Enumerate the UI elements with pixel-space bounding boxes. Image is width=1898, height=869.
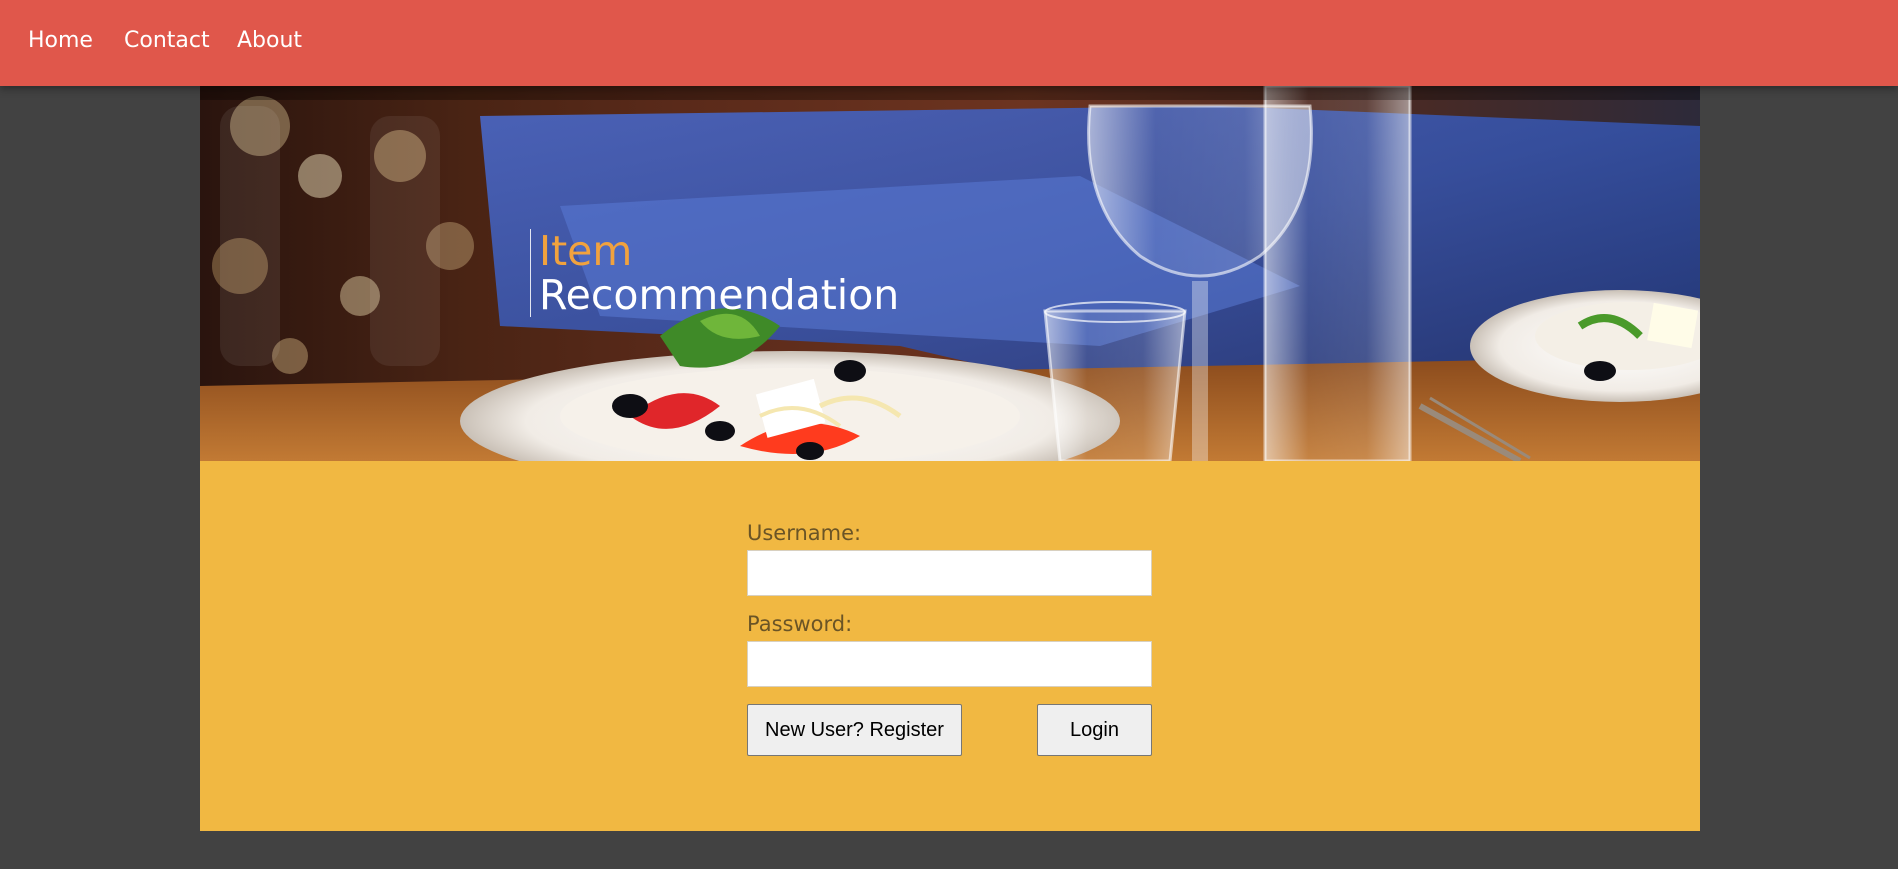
site-title-accent: Item <box>539 227 633 275</box>
main-container: Item Recommendation Username: Password: … <box>200 86 1700 831</box>
hero-banner: Item Recommendation <box>200 86 1700 461</box>
site-title: Item Recommendation <box>530 229 899 317</box>
restaurant-photo-image <box>200 86 1700 461</box>
site-title-main: Recommendation <box>539 271 900 319</box>
top-navbar: Home Contact About <box>0 0 1898 86</box>
username-label: Username: <box>747 521 862 545</box>
nav-home-link[interactable]: Home <box>28 26 93 56</box>
nav-about-link[interactable]: About <box>237 26 302 56</box>
login-form: Username: Password: New User? Register L… <box>200 461 1700 831</box>
register-button[interactable]: New User? Register <box>747 704 962 756</box>
login-button[interactable]: Login <box>1037 704 1152 756</box>
nav-contact-link[interactable]: Contact <box>124 26 210 56</box>
password-input[interactable] <box>747 641 1152 687</box>
password-label: Password: <box>747 612 853 636</box>
username-input[interactable] <box>747 550 1152 596</box>
